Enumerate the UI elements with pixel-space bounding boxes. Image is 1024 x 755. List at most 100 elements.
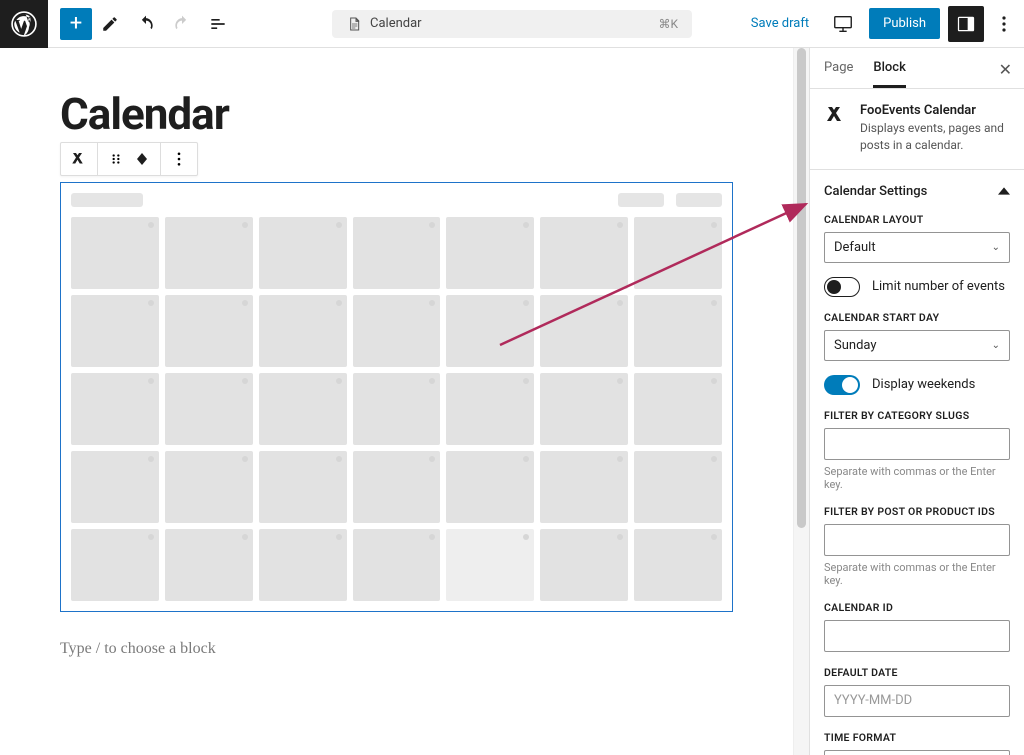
top-toolbar: + Calendar ⌘K Save draft Publish	[0, 0, 1024, 48]
calendar-cell	[634, 529, 722, 601]
calendar-cell	[446, 451, 534, 523]
calendar-cell	[71, 373, 159, 445]
calendar-cell	[259, 217, 347, 289]
wp-logo[interactable]	[0, 0, 48, 48]
calendar-cell	[540, 217, 628, 289]
filter-category-input[interactable]	[824, 428, 1010, 460]
calendar-cell	[540, 373, 628, 445]
desktop-icon	[832, 13, 854, 35]
more-options-button[interactable]	[992, 16, 1016, 32]
document-title: Calendar	[370, 16, 422, 31]
settings-sidebar: Page Block ✕ FooEvents Calendar Displays…	[809, 48, 1024, 755]
field-calendar-layout: CALENDAR LAYOUT Default ⌄	[824, 213, 1010, 263]
limit-events-toggle[interactable]	[824, 277, 860, 297]
calendar-cell	[71, 451, 159, 523]
kebab-icon	[1002, 16, 1006, 32]
block-type-icon[interactable]	[69, 149, 89, 169]
calendar-cell	[634, 295, 722, 367]
calendar-cell	[259, 373, 347, 445]
calendar-cell	[353, 529, 441, 601]
calendar-cell	[634, 373, 722, 445]
field-filter-post: FILTER BY POST OR PRODUCT IDS Separate w…	[824, 505, 1010, 587]
save-draft-button[interactable]: Save draft	[743, 10, 817, 37]
wordpress-icon	[11, 11, 37, 37]
field-filter-category: FILTER BY CATEGORY SLUGS Separate with c…	[824, 409, 1010, 491]
time-format-select[interactable]: H.mm	[824, 750, 1010, 755]
calendar-cell	[165, 529, 253, 601]
document-overview-button[interactable]	[200, 6, 236, 42]
document-title-bar[interactable]: Calendar ⌘K	[332, 10, 692, 38]
top-right-actions: Save draft Publish	[743, 6, 1024, 42]
redo-icon	[172, 14, 192, 34]
calendar-cell	[446, 529, 534, 601]
calendar-cell	[634, 217, 722, 289]
calendar-cell	[165, 295, 253, 367]
preview-button[interactable]	[825, 6, 861, 42]
sidebar-tabs: Page Block ✕	[810, 48, 1024, 89]
field-time-format: TIME FORMAT H.mm	[824, 731, 1010, 755]
calendar-cell	[71, 529, 159, 601]
calendar-cell	[540, 529, 628, 601]
move-up-down-icon[interactable]	[132, 149, 152, 169]
edit-mode-button[interactable]	[92, 6, 128, 42]
calendar-layout-select[interactable]: Default ⌄	[824, 232, 1010, 263]
calendar-cell	[353, 295, 441, 367]
start-day-select[interactable]: Sunday ⌄	[824, 330, 1010, 361]
calendar-cell	[259, 295, 347, 367]
cal-placeholder-nav	[618, 193, 664, 207]
calendar-cell	[634, 451, 722, 523]
publish-button[interactable]: Publish	[869, 8, 940, 39]
calendar-settings-panel: Calendar Settings CALENDAR LAYOUT Defaul…	[810, 170, 1024, 755]
calendar-cell	[540, 451, 628, 523]
calendar-cell	[71, 295, 159, 367]
chevron-up-icon	[998, 185, 1010, 197]
calendar-cell	[353, 373, 441, 445]
calendar-cell	[446, 373, 534, 445]
tab-block[interactable]: Block	[873, 60, 905, 88]
display-weekends-toggle[interactable]	[824, 375, 860, 395]
field-calendar-id: CALENDAR ID	[824, 601, 1010, 652]
settings-sidebar-toggle[interactable]	[948, 6, 984, 42]
block-description: Displays events, pages and posts in a ca…	[860, 120, 1010, 155]
calendar-block[interactable]	[60, 182, 733, 612]
scrollbar-thumb[interactable]	[797, 48, 806, 528]
tab-page[interactable]: Page	[824, 60, 853, 88]
calendar-cell	[353, 451, 441, 523]
chevron-down-icon: ⌄	[992, 340, 1000, 351]
cal-placeholder-nav	[676, 193, 722, 207]
block-description-card: FooEvents Calendar Displays events, page…	[810, 89, 1024, 170]
command-shortcut: ⌘K	[658, 17, 678, 31]
cal-placeholder-title	[71, 193, 143, 207]
calendar-grid	[71, 217, 722, 601]
page-title[interactable]: Calendar	[60, 88, 733, 140]
limit-events-toggle-row: Limit number of events	[824, 277, 1010, 297]
calendar-settings-header[interactable]: Calendar Settings	[810, 170, 1024, 213]
field-start-day: CALENDAR START DAY Sunday ⌄	[824, 311, 1010, 361]
editor-canvas[interactable]: Calendar	[0, 48, 793, 755]
scrollbar-track[interactable]	[793, 48, 809, 755]
calendar-cell	[165, 373, 253, 445]
undo-button[interactable]	[128, 6, 164, 42]
field-default-date: DEFAULT DATE YYYY-MM-DD	[824, 666, 1010, 717]
drag-handle-icon[interactable]	[106, 149, 126, 169]
block-more-options[interactable]	[169, 149, 189, 169]
calendar-cell	[165, 451, 253, 523]
calendar-cell	[353, 217, 441, 289]
block-inserter-prompt[interactable]: Type / to choose a block	[60, 640, 733, 658]
fooevents-icon	[824, 103, 848, 127]
add-block-button[interactable]: +	[60, 8, 92, 40]
calendar-cell	[446, 217, 534, 289]
calendar-cell	[446, 295, 534, 367]
default-date-input[interactable]: YYYY-MM-DD	[824, 685, 1010, 717]
block-name: FooEvents Calendar	[860, 103, 1010, 118]
block-toolbar	[60, 142, 198, 176]
close-sidebar-button[interactable]: ✕	[999, 60, 1012, 79]
filter-post-input[interactable]	[824, 524, 1010, 556]
undo-icon	[136, 14, 156, 34]
calendar-id-input[interactable]	[824, 620, 1010, 652]
redo-button[interactable]	[164, 6, 200, 42]
calendar-cell	[165, 217, 253, 289]
pencil-icon	[101, 15, 119, 33]
calendar-cell	[540, 295, 628, 367]
sidebar-icon	[956, 14, 976, 34]
